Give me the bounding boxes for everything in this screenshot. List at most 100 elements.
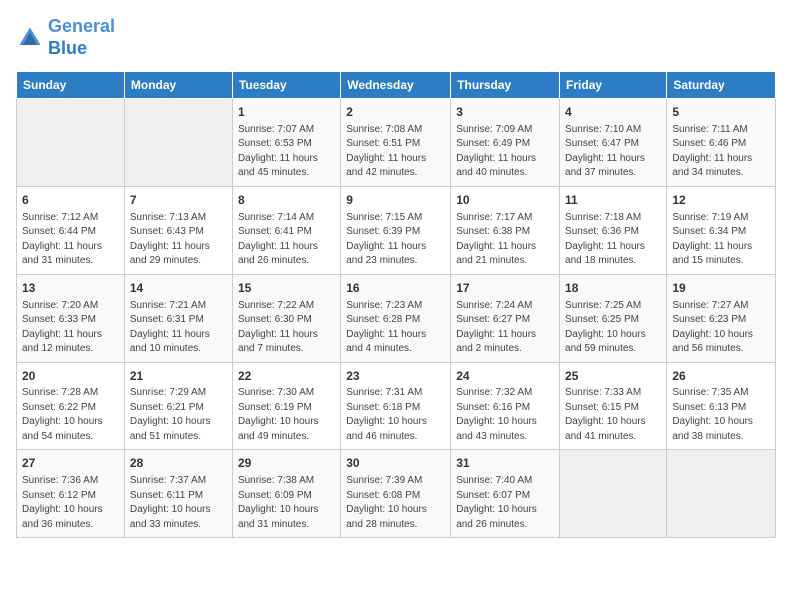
- day-info: Sunrise: 7:12 AM Sunset: 6:44 PM Dayligh…: [22, 211, 119, 269]
- day-info: Sunrise: 7:28 AM Sunset: 6:22 PM Dayligh…: [22, 386, 119, 444]
- calendar-cell: 22Sunrise: 7:30 AM Sunset: 6:19 PM Dayli…: [232, 362, 340, 450]
- day-number: 28: [130, 455, 227, 472]
- calendar-cell: 5Sunrise: 7:11 AM Sunset: 6:46 PM Daylig…: [667, 99, 776, 187]
- day-number: 20: [22, 368, 119, 385]
- calendar-cell: 10 Sunrise: 7:17 AM Sunset: 6:38 PM Dayli…: [451, 186, 560, 274]
- day-info: Sunrise: 7:24 AM Sunset: 6:27 PM Dayligh…: [456, 299, 554, 357]
- day-number: 27: [22, 455, 119, 472]
- weekday-header: Friday: [560, 72, 667, 99]
- calendar-cell: 30 Sunrise: 7:39 AM Sunset: 6:08 PM Dayli…: [341, 450, 451, 538]
- calendar-cell: 25Sunrise: 7:33 AM Sunset: 6:15 PM Dayli…: [560, 362, 667, 450]
- day-number: 1: [238, 104, 335, 121]
- calendar-cell: 23Sunrise: 7:31 AM Sunset: 6:18 PM Dayli…: [341, 362, 451, 450]
- day-info: Sunrise: 7:39 AM Sunset: 6:08 PM Dayligh…: [346, 474, 445, 532]
- calendar-cell: 21Sunrise: 7:29 AM Sunset: 6:21 PM Dayli…: [124, 362, 232, 450]
- calendar-cell: 16 Sunrise: 7:23 AM Sunset: 6:28 PM Dayli…: [341, 274, 451, 362]
- calendar-cell: 12Sunrise: 7:19 AM Sunset: 6:34 PM Dayli…: [667, 186, 776, 274]
- weekday-header: Wednesday: [341, 72, 451, 99]
- calendar-cell: 13 Sunrise: 7:20 AM Sunset: 6:33 PM Dayli…: [17, 274, 125, 362]
- calendar-cell: 4Sunrise: 7:10 AM Sunset: 6:47 PM Daylig…: [560, 99, 667, 187]
- day-info: Sunrise: 7:07 AM Sunset: 6:53 PM Dayligh…: [238, 123, 335, 181]
- day-info: Sunrise: 7:27 AM Sunset: 6:23 PM Dayligh…: [672, 299, 770, 357]
- day-number: 9: [346, 192, 445, 209]
- logo-icon: [16, 24, 44, 52]
- day-info: Sunrise: 7:21 AM Sunset: 6:31 PM Dayligh…: [130, 299, 227, 357]
- day-info: Sunrise: 7:36 AM Sunset: 6:12 PM Dayligh…: [22, 474, 119, 532]
- day-number: 31: [456, 455, 554, 472]
- day-number: 4: [565, 104, 661, 121]
- page-header: General Blue: [16, 16, 776, 59]
- day-info: Sunrise: 7:13 AM Sunset: 6:43 PM Dayligh…: [130, 211, 227, 269]
- day-number: 10: [456, 192, 554, 209]
- day-number: 15: [238, 280, 335, 297]
- calendar-cell: 6 Sunrise: 7:12 AM Sunset: 6:44 PM Daylig…: [17, 186, 125, 274]
- day-number: 24: [456, 368, 554, 385]
- calendar-header: SundayMondayTuesdayWednesdayThursdayFrid…: [17, 72, 776, 99]
- day-info: Sunrise: 7:08 AM Sunset: 6:51 PM Dayligh…: [346, 123, 445, 181]
- day-number: 16: [346, 280, 445, 297]
- day-info: Sunrise: 7:29 AM Sunset: 6:21 PM Dayligh…: [130, 386, 227, 444]
- day-number: 18: [565, 280, 661, 297]
- calendar-cell: 2 Sunrise: 7:08 AM Sunset: 6:51 PM Daylig…: [341, 99, 451, 187]
- weekday-header: Sunday: [17, 72, 125, 99]
- day-info: Sunrise: 7:38 AM Sunset: 6:09 PM Dayligh…: [238, 474, 335, 532]
- day-info: Sunrise: 7:37 AM Sunset: 6:11 PM Dayligh…: [130, 474, 227, 532]
- calendar-cell: 17 Sunrise: 7:24 AM Sunset: 6:27 PM Dayli…: [451, 274, 560, 362]
- day-info: Sunrise: 7:25 AM Sunset: 6:25 PM Dayligh…: [565, 299, 661, 357]
- weekday-header: Thursday: [451, 72, 560, 99]
- day-info: Sunrise: 7:23 AM Sunset: 6:28 PM Dayligh…: [346, 299, 445, 357]
- day-info: Sunrise: 7:22 AM Sunset: 6:30 PM Dayligh…: [238, 299, 335, 357]
- calendar-cell: [560, 450, 667, 538]
- calendar-cell: [667, 450, 776, 538]
- day-number: 25: [565, 368, 661, 385]
- day-number: 21: [130, 368, 227, 385]
- day-info: Sunrise: 7:20 AM Sunset: 6:33 PM Dayligh…: [22, 299, 119, 357]
- calendar-cell: 14Sunrise: 7:21 AM Sunset: 6:31 PM Dayli…: [124, 274, 232, 362]
- day-info: Sunrise: 7:35 AM Sunset: 6:13 PM Dayligh…: [672, 386, 770, 444]
- logo-text: General Blue: [48, 16, 115, 59]
- calendar-week-row: 13 Sunrise: 7:20 AM Sunset: 6:33 PM Dayli…: [17, 274, 776, 362]
- day-number: 29: [238, 455, 335, 472]
- calendar-week-row: 27 Sunrise: 7:36 AM Sunset: 6:12 PM Dayli…: [17, 450, 776, 538]
- day-info: Sunrise: 7:31 AM Sunset: 6:18 PM Dayligh…: [346, 386, 445, 444]
- weekday-header: Monday: [124, 72, 232, 99]
- calendar-cell: 26Sunrise: 7:35 AM Sunset: 6:13 PM Dayli…: [667, 362, 776, 450]
- calendar-cell: 11 Sunrise: 7:18 AM Sunset: 6:36 PM Dayli…: [560, 186, 667, 274]
- calendar-body: 1 Sunrise: 7:07 AM Sunset: 6:53 PM Daylig…: [17, 99, 776, 538]
- day-info: Sunrise: 7:18 AM Sunset: 6:36 PM Dayligh…: [565, 211, 661, 269]
- calendar-week-row: 6 Sunrise: 7:12 AM Sunset: 6:44 PM Daylig…: [17, 186, 776, 274]
- day-number: 7: [130, 192, 227, 209]
- calendar-cell: 3Sunrise: 7:09 AM Sunset: 6:49 PM Daylig…: [451, 99, 560, 187]
- day-info: Sunrise: 7:30 AM Sunset: 6:19 PM Dayligh…: [238, 386, 335, 444]
- calendar-cell: [124, 99, 232, 187]
- day-info: Sunrise: 7:17 AM Sunset: 6:38 PM Dayligh…: [456, 211, 554, 269]
- day-info: Sunrise: 7:33 AM Sunset: 6:15 PM Dayligh…: [565, 386, 661, 444]
- day-number: 23: [346, 368, 445, 385]
- calendar-cell: 28 Sunrise: 7:37 AM Sunset: 6:11 PM Dayli…: [124, 450, 232, 538]
- day-number: 8: [238, 192, 335, 209]
- day-number: 26: [672, 368, 770, 385]
- calendar-cell: 27 Sunrise: 7:36 AM Sunset: 6:12 PM Dayli…: [17, 450, 125, 538]
- calendar-cell: 8Sunrise: 7:14 AM Sunset: 6:41 PM Daylig…: [232, 186, 340, 274]
- day-number: 2: [346, 104, 445, 121]
- calendar-cell: [17, 99, 125, 187]
- day-info: Sunrise: 7:09 AM Sunset: 6:49 PM Dayligh…: [456, 123, 554, 181]
- day-number: 6: [22, 192, 119, 209]
- day-number: 5: [672, 104, 770, 121]
- day-info: Sunrise: 7:19 AM Sunset: 6:34 PM Dayligh…: [672, 211, 770, 269]
- calendar-cell: 1 Sunrise: 7:07 AM Sunset: 6:53 PM Daylig…: [232, 99, 340, 187]
- day-number: 17: [456, 280, 554, 297]
- calendar-week-row: 20Sunrise: 7:28 AM Sunset: 6:22 PM Dayli…: [17, 362, 776, 450]
- day-number: 11: [565, 192, 661, 209]
- calendar-cell: 18 Sunrise: 7:25 AM Sunset: 6:25 PM Dayli…: [560, 274, 667, 362]
- calendar-cell: 20Sunrise: 7:28 AM Sunset: 6:22 PM Dayli…: [17, 362, 125, 450]
- calendar-cell: 15 Sunrise: 7:22 AM Sunset: 6:30 PM Dayli…: [232, 274, 340, 362]
- day-number: 13: [22, 280, 119, 297]
- calendar-cell: 29 Sunrise: 7:38 AM Sunset: 6:09 PM Dayli…: [232, 450, 340, 538]
- day-number: 30: [346, 455, 445, 472]
- calendar-table: SundayMondayTuesdayWednesdayThursdayFrid…: [16, 71, 776, 538]
- day-info: Sunrise: 7:15 AM Sunset: 6:39 PM Dayligh…: [346, 211, 445, 269]
- logo: General Blue: [16, 16, 115, 59]
- day-info: Sunrise: 7:32 AM Sunset: 6:16 PM Dayligh…: [456, 386, 554, 444]
- day-info: Sunrise: 7:40 AM Sunset: 6:07 PM Dayligh…: [456, 474, 554, 532]
